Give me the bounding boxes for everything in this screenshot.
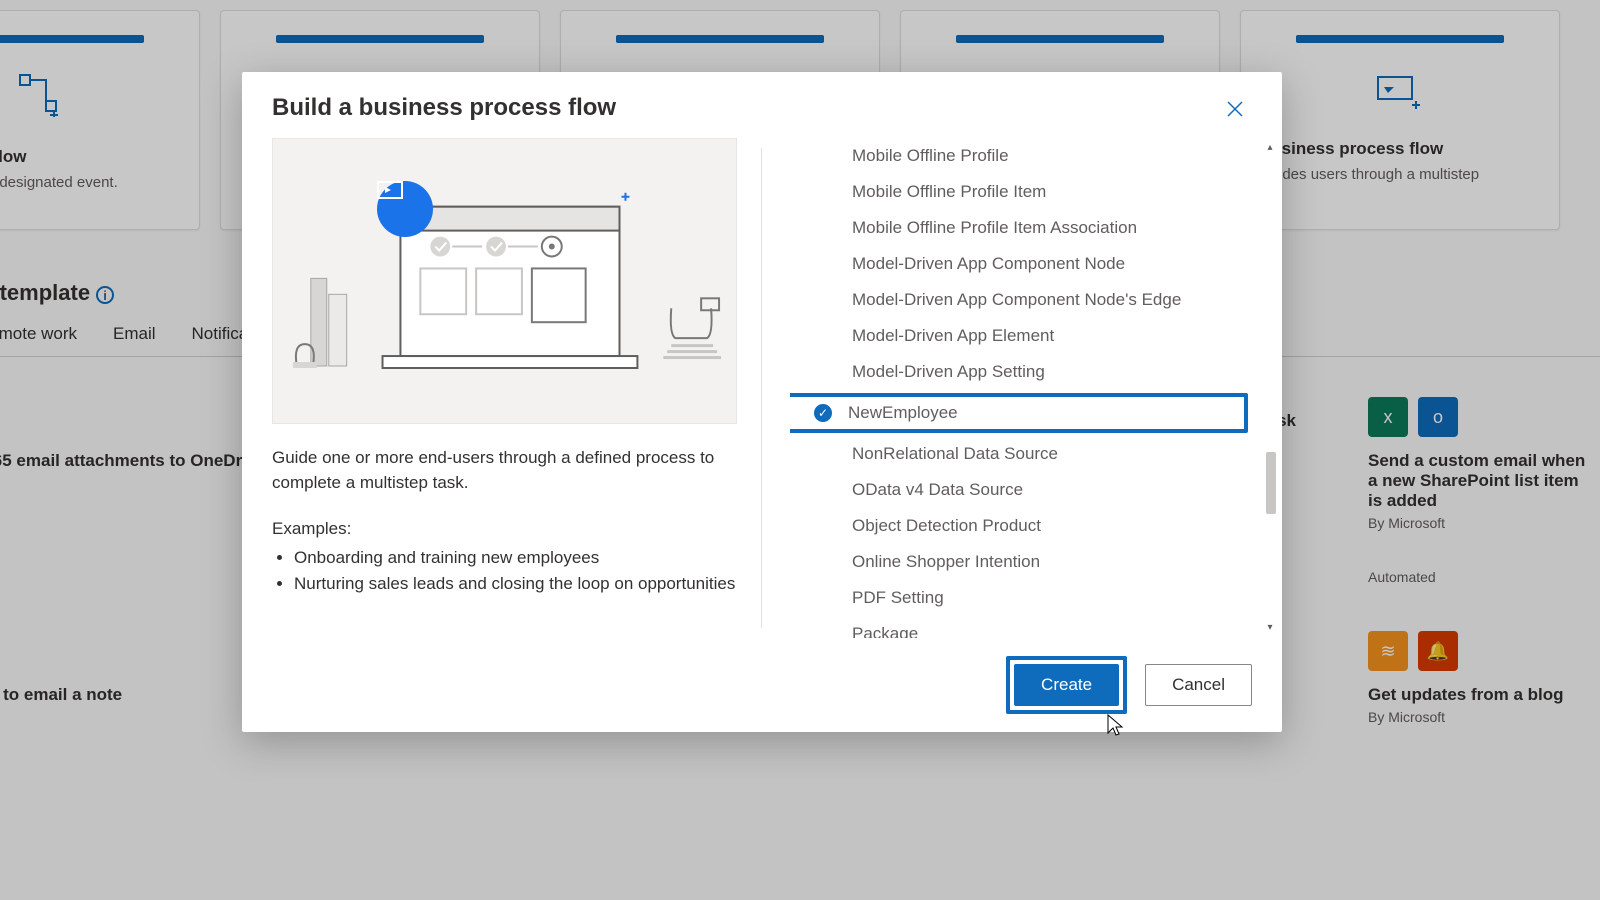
entity-label: NonRelational Data Source <box>852 444 1058 463</box>
laptop-illustration <box>273 139 736 424</box>
modal-left-pane: Guide one or more end-users through a de… <box>272 138 761 638</box>
entity-picker-pane: Mobile Offline Profile Mobile Offline Pro… <box>762 138 1282 638</box>
entity-option[interactable]: Mobile Offline Profile Item <box>790 174 1244 210</box>
entity-option[interactable]: Model-Driven App Component Node <box>790 246 1244 282</box>
create-button[interactable]: Create <box>1014 664 1119 706</box>
modal-footer: Create Cancel <box>242 638 1282 732</box>
entity-option[interactable]: Model-Driven App Element <box>790 318 1244 354</box>
modal-title: Build a business process flow <box>272 94 616 122</box>
entity-option[interactable]: Online Shopper Intention <box>790 544 1244 580</box>
entity-label: Model-Driven App Element <box>852 326 1054 345</box>
entity-option[interactable]: NonRelational Data Source <box>790 436 1244 472</box>
examples-list: Onboarding and training new employees Nu… <box>294 545 737 596</box>
entity-option[interactable]: ✓ NewEmployee <box>790 393 1248 433</box>
entity-label: Model-Driven App Component Node's Edge <box>852 290 1181 309</box>
example-item: Onboarding and training new employees <box>294 545 737 571</box>
scroll-down-icon[interactable]: ▾ <box>1264 622 1276 634</box>
modal-description: Guide one or more end-users through a de… <box>272 446 737 495</box>
close-icon <box>1226 100 1244 118</box>
scrollbar[interactable]: ▴ ▾ <box>1264 142 1278 634</box>
entity-option[interactable]: OData v4 Data Source <box>790 472 1244 508</box>
cancel-button[interactable]: Cancel <box>1145 664 1252 706</box>
entity-list[interactable]: Mobile Offline Profile Mobile Offline Pro… <box>790 138 1254 638</box>
entity-label: OData v4 Data Source <box>852 480 1023 499</box>
entity-label: Model-Driven App Setting <box>852 362 1045 381</box>
bpf-illustration <box>272 138 737 424</box>
entity-label: Mobile Offline Profile Item <box>852 182 1046 201</box>
entity-label: Model-Driven App Component Node <box>852 254 1125 273</box>
entity-option[interactable]: Object Detection Product <box>790 508 1244 544</box>
entity-label: Online Shopper Intention <box>852 552 1040 571</box>
entity-option[interactable]: Mobile Offline Profile Item Association <box>790 210 1244 246</box>
bpf-badge-icon <box>377 181 433 237</box>
create-highlight: Create <box>1006 656 1127 714</box>
entity-label: Package <box>852 624 918 638</box>
entity-option[interactable]: Model-Driven App Setting <box>790 354 1244 390</box>
entity-option[interactable]: Model-Driven App Component Node's Edge <box>790 282 1244 318</box>
entity-label: Mobile Offline Profile <box>852 146 1009 165</box>
entity-option[interactable]: Mobile Offline Profile <box>790 138 1244 174</box>
build-bpf-modal: Build a business process flow <box>242 72 1282 732</box>
entity-label: NewEmployee <box>848 403 958 422</box>
entity-option[interactable]: Package <box>790 616 1244 638</box>
entity-label: Mobile Offline Profile Item Association <box>852 218 1137 237</box>
examples-label: Examples: <box>272 519 737 539</box>
check-icon: ✓ <box>814 404 832 422</box>
entity-label: Object Detection Product <box>852 516 1041 535</box>
entity-label: PDF Setting <box>852 588 944 607</box>
scroll-thumb[interactable] <box>1266 452 1276 514</box>
example-item: Nurturing sales leads and closing the lo… <box>294 571 737 597</box>
scroll-up-icon[interactable]: ▴ <box>1264 142 1276 154</box>
close-button[interactable] <box>1218 94 1252 128</box>
entity-option[interactable]: PDF Setting <box>790 580 1244 616</box>
